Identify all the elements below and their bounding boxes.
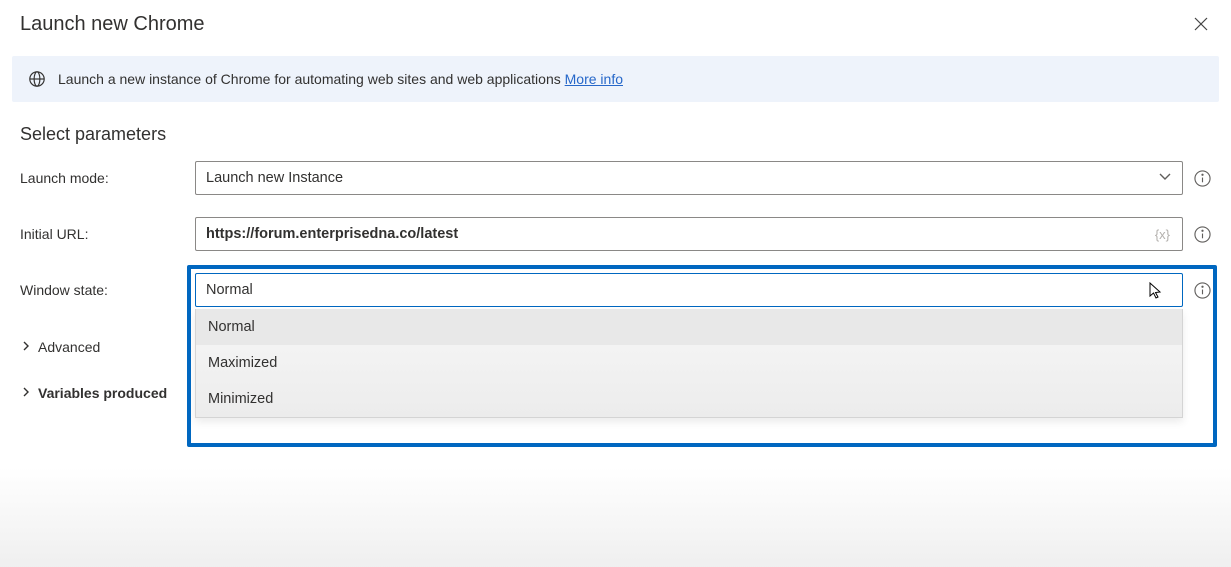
chevron-right-icon (20, 385, 32, 401)
bottom-fade (0, 467, 1231, 567)
advanced-label: Advanced (38, 339, 100, 355)
launch-mode-row: Launch mode: Launch new Instance (20, 161, 1211, 195)
initial-url-row: Initial URL: {x} (20, 217, 1211, 251)
globe-icon (28, 70, 46, 88)
window-state-row: Window state: Normal Normal Maximized (20, 273, 1211, 307)
form-area: Launch mode: Launch new Instance Initial… (0, 155, 1231, 307)
window-state-option-maximized[interactable]: Maximized (196, 345, 1182, 381)
section-title: Select parameters (0, 102, 1231, 155)
initial-url-label: Initial URL: (20, 226, 185, 242)
launch-chrome-dialog: Launch new Chrome Launch a new instance … (0, 0, 1231, 567)
initial-url-input[interactable] (206, 226, 1155, 242)
window-state-info-button[interactable] (1193, 281, 1211, 299)
launch-mode-label: Launch mode: (20, 170, 185, 186)
window-state-dropdown-container: Normal Normal Maximized Minimized (195, 273, 1183, 307)
window-state-option-normal[interactable]: Normal (196, 309, 1182, 345)
window-state-label: Window state: (20, 282, 185, 298)
close-button[interactable] (1187, 10, 1215, 38)
close-icon (1193, 16, 1209, 32)
launch-mode-value: Launch new Instance (206, 170, 1158, 186)
window-state-options: Normal Maximized Minimized (195, 309, 1183, 418)
info-text: Launch a new instance of Chrome for auto… (58, 71, 623, 87)
window-state-option-minimized[interactable]: Minimized (196, 381, 1182, 417)
window-state-value: Normal (206, 282, 1172, 298)
variables-label: Variables produced (38, 385, 167, 401)
dialog-header: Launch new Chrome (0, 0, 1231, 48)
initial-url-info-button[interactable] (1193, 225, 1211, 243)
info-description: Launch a new instance of Chrome for auto… (58, 71, 565, 87)
variable-token-icon[interactable]: {x} (1155, 227, 1172, 242)
chevron-down-icon (1158, 169, 1172, 187)
dialog-title: Launch new Chrome (20, 13, 205, 36)
launch-mode-info-button[interactable] (1193, 169, 1211, 187)
more-info-link[interactable]: More info (565, 71, 623, 87)
launch-mode-select[interactable]: Launch new Instance (195, 161, 1183, 195)
initial-url-input-wrap[interactable]: {x} (195, 217, 1183, 251)
chevron-right-icon (20, 339, 32, 355)
info-bar: Launch a new instance of Chrome for auto… (12, 56, 1219, 102)
window-state-select[interactable]: Normal (195, 273, 1183, 307)
